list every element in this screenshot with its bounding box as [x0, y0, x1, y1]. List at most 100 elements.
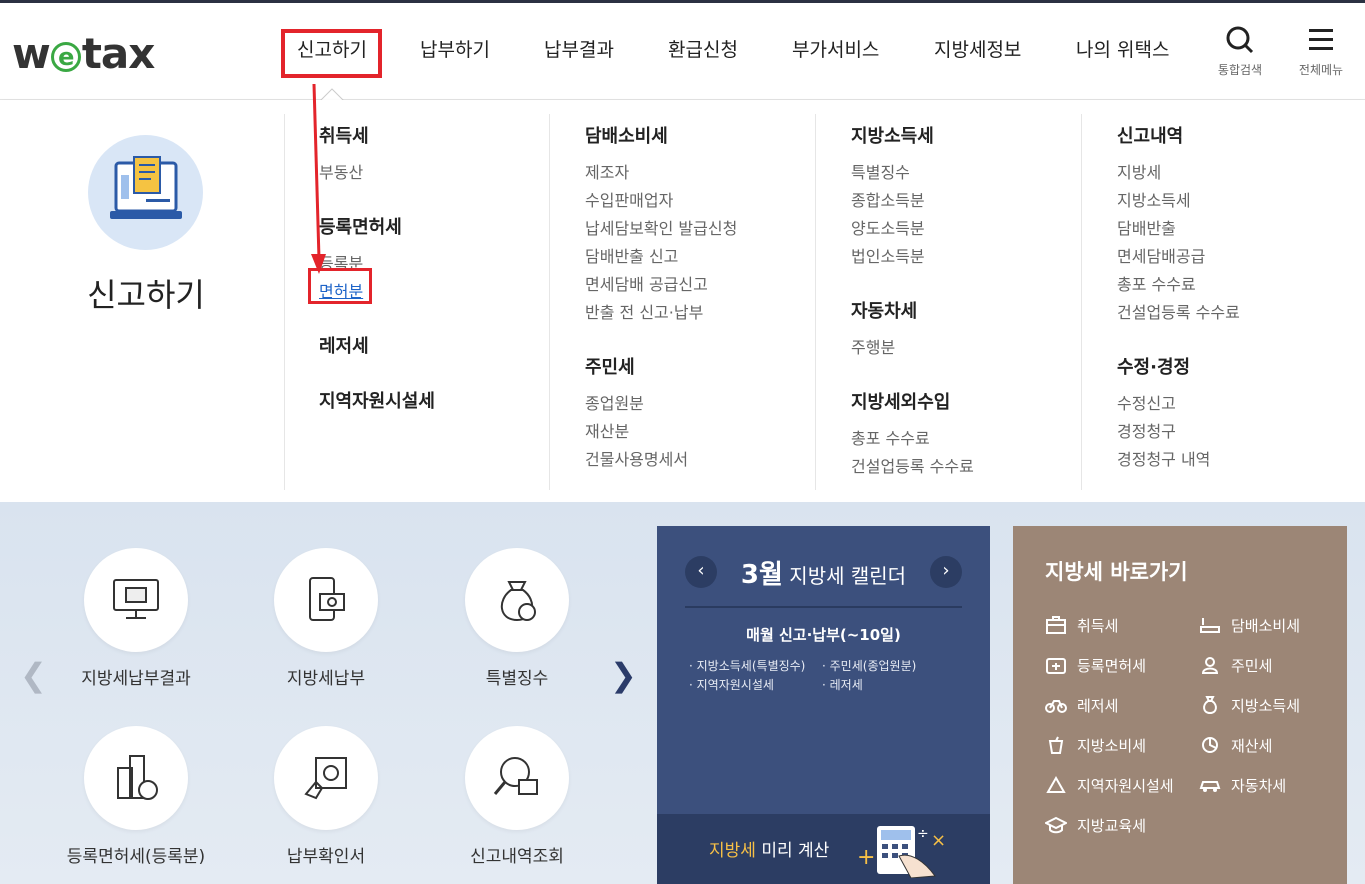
search-label: 통합검색	[1217, 63, 1263, 77]
menu-group-tobacco-tax[interactable]: 담배소비세	[585, 122, 737, 148]
red-arrow-annotation	[311, 84, 326, 274]
menu-item-pre-release-report[interactable]: 반출 전 신고·납부	[585, 299, 737, 327]
menu-item-firearm-fee[interactable]: 총포 수수료	[851, 425, 974, 453]
service-label: 지방세납부	[286, 669, 366, 689]
menu-item-duty-free-supply[interactable]: 면세담배 공급신고	[585, 271, 737, 299]
tax-calendar-panel: ‹ › 3월 지방세 캘린더 매월 신고·납부(~10일) · 지방소득세(특별…	[657, 526, 990, 884]
column-divider	[549, 114, 550, 490]
calendar-item[interactable]: · 지방소득세(특별징수)	[689, 657, 805, 674]
menu-item-driving[interactable]: 주행분	[851, 334, 974, 362]
menu-item-withholding[interactable]: 특별징수	[851, 159, 974, 187]
cigarette-icon	[1199, 614, 1221, 636]
wetax-logo[interactable]: w e tax	[12, 29, 155, 78]
building-coin-icon	[117, 755, 158, 800]
phone-card-icon	[309, 577, 345, 621]
menu-item-history-firearm[interactable]: 총포 수수료	[1117, 271, 1240, 299]
briefcase-icon	[1045, 614, 1067, 636]
menu-item-transfer-income[interactable]: 양도소득분	[851, 215, 974, 243]
shortcut-resident-tax[interactable]: 주민세	[1199, 654, 1272, 676]
column-divider	[284, 114, 285, 490]
menu-group-non-tax-revenue[interactable]: 지방세외수입	[851, 388, 974, 414]
service-report-history[interactable]: 신고내역조회	[432, 726, 602, 867]
menu-column-history: 신고내역 지방세 지방소득세 담배반출 면세담배공급 총포 수수료 건설업등록 …	[1117, 122, 1240, 474]
menu-item-tobacco-release[interactable]: 담배반출 신고	[585, 243, 737, 271]
menu-item-employee[interactable]: 종업원분	[585, 390, 737, 418]
site-header: w e tax 신고하기 납부하기 납부결과 환급신청 부가서비스 지방세정보 나의…	[0, 3, 1365, 103]
local-tax-shortcuts-panel: 지방세 바로가기 취득세 담배소비세 등록면허세 주민세 레저세 지방소득세 지…	[1013, 526, 1347, 884]
service-pay[interactable]: 지방세납부	[241, 548, 411, 689]
calendar-item[interactable]: · 주민세(종업원분)	[822, 657, 916, 674]
calendar-item[interactable]: · 지역자원시설세	[689, 676, 774, 693]
menu-group-amend-correction[interactable]: 수정·경정	[1117, 353, 1240, 379]
menu-item-construction-fee[interactable]: 건설업등록 수수료	[851, 453, 974, 481]
service-withholding[interactable]: 특별징수	[432, 548, 602, 689]
person-icon	[1199, 654, 1221, 676]
menu-item-amended-report[interactable]: 수정신고	[1117, 390, 1240, 418]
menu-item-history-local-tax[interactable]: 지방세	[1117, 159, 1240, 187]
menu-group-regional-resource-tax[interactable]: 지역자원시설세	[319, 387, 435, 413]
service-registration-tax[interactable]: 등록면허세(등록분)	[51, 726, 221, 867]
shortcut-local-income-tax[interactable]: 지방소득세	[1199, 694, 1300, 716]
menu-group-leisure-tax[interactable]: 레저세	[319, 332, 435, 358]
carousel-prev-icon[interactable]: ❮	[20, 656, 47, 694]
menu-item-correction-history[interactable]: 경정청구 내역	[1117, 446, 1240, 474]
menu-item-correction-claim[interactable]: 경정청구	[1117, 418, 1240, 446]
shortcut-acquisition-tax[interactable]: 취득세	[1045, 614, 1118, 636]
menu-group-acquisition-tax[interactable]: 취득세	[319, 122, 435, 148]
service-pay-result[interactable]: 지방세납부결과	[51, 548, 221, 689]
nav-my-wetax[interactable]: 나의 위택스	[1076, 35, 1169, 62]
shortcut-education-tax[interactable]: 지방교육세	[1045, 814, 1146, 836]
menu-item-manufacturer[interactable]: 제조자	[585, 159, 737, 187]
nav-extra-services[interactable]: 부가서비스	[792, 35, 879, 62]
carousel-next-icon[interactable]: ❯	[610, 656, 637, 694]
shortcuts-title: 지방세 바로가기	[1045, 560, 1188, 584]
menu-group-vehicle-tax[interactable]: 자동차세	[851, 297, 974, 323]
bicycle-icon	[1045, 694, 1067, 716]
menu-item-corporate-income[interactable]: 법인소득분	[851, 243, 974, 271]
menu-group-local-income-tax[interactable]: 지방소득세	[851, 122, 974, 148]
car-icon	[1199, 774, 1221, 796]
monitor-folder-icon	[113, 579, 159, 619]
service-label: 특별징수	[485, 669, 549, 689]
cup-icon	[1045, 734, 1067, 756]
menu-item-history-tobacco[interactable]: 담배반출	[1117, 215, 1240, 243]
shortcut-registration-license-tax[interactable]: 등록면허세	[1045, 654, 1146, 676]
calc-label: 미리 계산	[755, 841, 830, 861]
menu-item-real-estate[interactable]: 부동산	[319, 159, 435, 187]
menu-group-resident-tax[interactable]: 주민세	[585, 353, 737, 379]
menu-item-property[interactable]: 재산분	[585, 418, 737, 446]
shortcut-tobacco-tax[interactable]: 담배소비세	[1199, 614, 1300, 636]
integrated-search[interactable]: 통합검색	[1210, 25, 1270, 78]
menu-group-registration-license-tax[interactable]: 등록면허세	[319, 213, 435, 239]
menu-item-history-income-tax[interactable]: 지방소득세	[1117, 187, 1240, 215]
menu-group-report-history[interactable]: 신고내역	[1117, 122, 1240, 148]
search-icon	[1226, 26, 1254, 54]
menu-item-importer[interactable]: 수입판매업자	[585, 187, 737, 215]
nav-refund[interactable]: 환급신청	[668, 35, 738, 62]
menu-column-tobacco: 담배소비세 제조자 수입판매업자 납세담보확인 발급신청 담배반출 신고 면세담…	[585, 122, 737, 474]
calendar-divider	[685, 606, 962, 608]
menu-item-building-usage[interactable]: 건물사용명세서	[585, 446, 737, 474]
shortcut-local-consumption-tax[interactable]: 지방소비세	[1045, 734, 1146, 756]
money-bag-icon	[1199, 694, 1221, 716]
menu-item-history-duty-free[interactable]: 면세담배공급	[1117, 243, 1240, 271]
shortcut-leisure-tax[interactable]: 레저세	[1045, 694, 1118, 716]
shortcut-vehicle-tax[interactable]: 자동차세	[1199, 774, 1286, 796]
nav-pay-result[interactable]: 납부결과	[544, 35, 614, 62]
menu-item-history-construction[interactable]: 건설업등록 수수료	[1117, 299, 1240, 327]
graduation-cap-icon	[1045, 814, 1067, 836]
service-label: 신고내역조회	[470, 847, 564, 867]
calendar-item[interactable]: · 레저세	[822, 676, 863, 693]
hamburger-icon	[1309, 29, 1333, 50]
menu-item-global-income[interactable]: 종합소득분	[851, 187, 974, 215]
nav-pay[interactable]: 납부하기	[420, 35, 490, 62]
shortcut-regional-resource-tax[interactable]: 지역자원시설세	[1045, 774, 1174, 796]
all-menu[interactable]: 전체메뉴	[1291, 25, 1351, 78]
service-payment-certificate[interactable]: 납부확인서	[241, 726, 411, 867]
calculate-in-advance-button[interactable]: 지방세 미리 계산 + ÷ ×	[657, 814, 990, 884]
menu-item-collateral-cert[interactable]: 납세담보확인 발급신청	[585, 215, 737, 243]
nav-local-tax-info[interactable]: 지방세정보	[934, 35, 1021, 62]
calc-highlight-text: 지방세	[709, 841, 756, 861]
svg-text:×: ×	[931, 830, 946, 851]
shortcut-property-tax[interactable]: 재산세	[1199, 734, 1272, 756]
